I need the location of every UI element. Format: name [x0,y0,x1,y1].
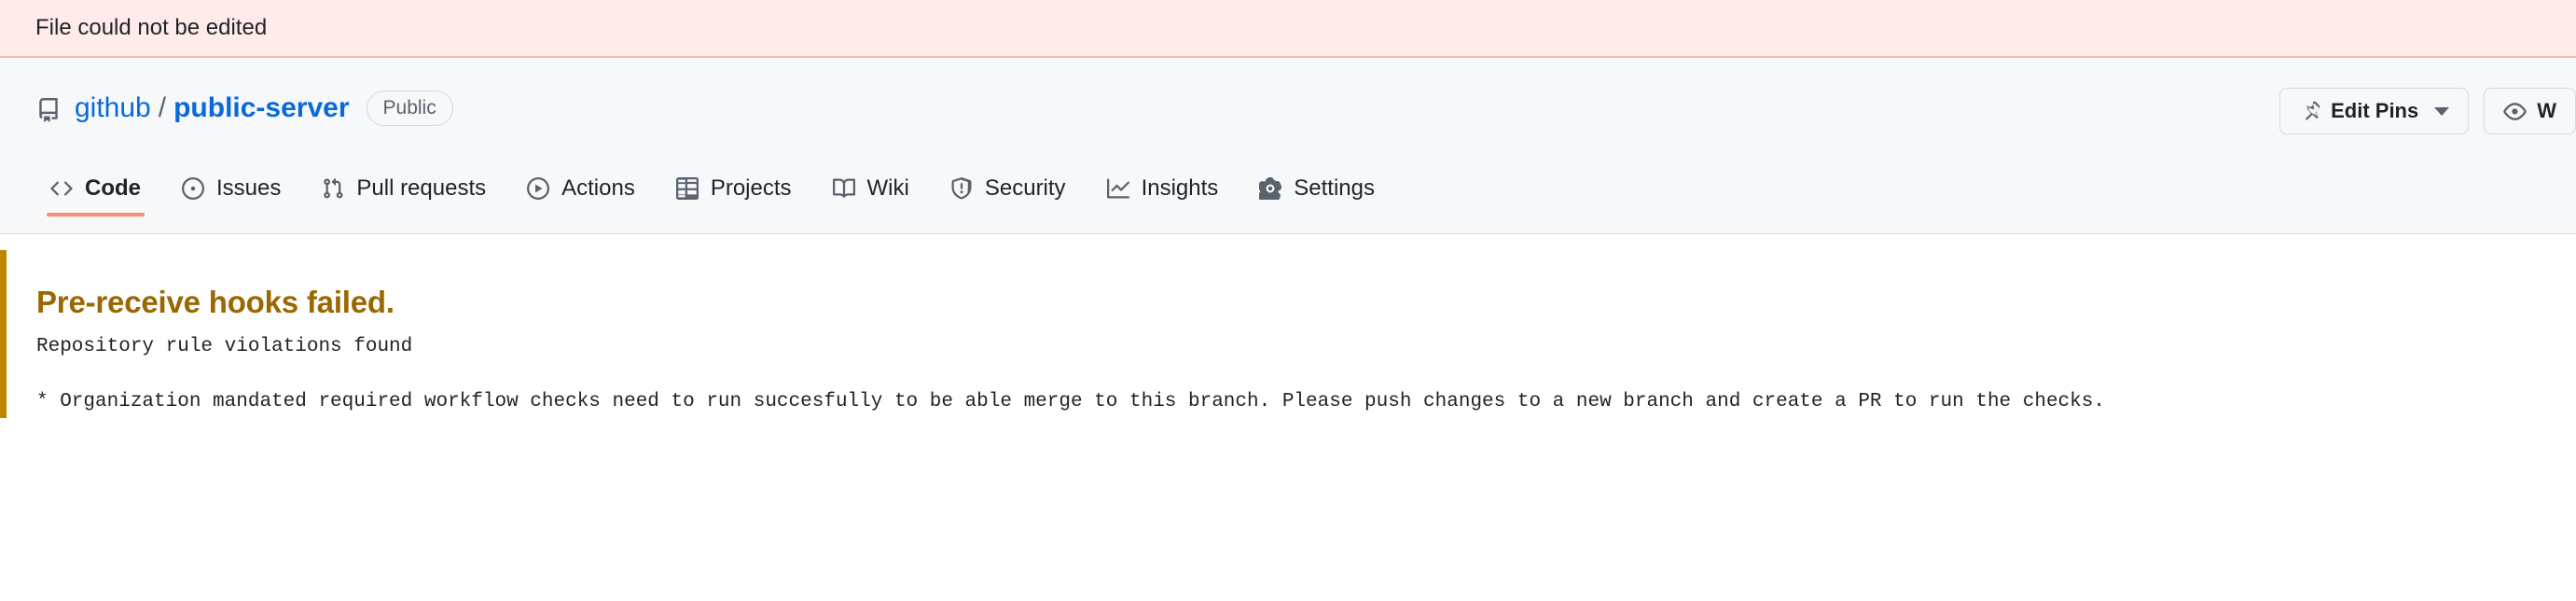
chevron-down-icon [2434,106,2450,116]
watch-button[interactable]: W [2484,88,2576,134]
tab-wiki[interactable]: Wiki [818,177,924,217]
repository-action-buttons: Edit Pins W [2279,88,2576,134]
error-detail-line: * Organization mandated required workflo… [36,391,2105,413]
tab-projects-label: Projects [710,175,792,201]
table-icon [675,177,699,200]
tab-pull-requests-label: Pull requests [356,175,487,201]
tab-settings-label: Settings [1294,175,1375,201]
repo-path-separator: / [158,92,167,123]
git-pull-request-icon [322,177,344,200]
tab-insights[interactable]: Insights [1092,177,1234,217]
pre-receive-hook-error-block: Pre-receive hooks failed. Repository rul… [0,250,2576,418]
pin-icon [2299,101,2320,122]
repo-visibility-badge: Public [366,90,453,127]
repo-owner-link[interactable]: github [75,91,151,125]
tab-security-label: Security [984,175,1066,201]
edit-pins-button[interactable]: Edit Pins [2279,88,2470,134]
repository-title-row: github / public-server Public [0,86,2576,131]
graph-icon [1106,177,1129,200]
repository-header: github / public-server Public Edit Pins … [0,58,2576,234]
tab-pull-requests[interactable]: Pull requests [307,177,501,217]
flash-error-banner: File could not be edited [0,0,2576,58]
tab-security[interactable]: Security [935,177,1081,217]
tab-issues[interactable]: Issues [167,177,296,217]
tab-settings[interactable]: Settings [1244,177,1390,217]
tab-projects[interactable]: Projects [661,177,807,217]
repo-icon [35,97,62,123]
tab-wiki-label: Wiki [866,175,909,201]
tab-actions-label: Actions [561,175,635,201]
flash-error-message: File could not be edited [35,15,268,40]
error-summary-line: Repository rule violations found [36,335,413,357]
code-icon [50,177,73,200]
tab-actions[interactable]: Actions [512,177,650,217]
tab-code-label: Code [85,175,141,201]
repo-name-link[interactable]: public-server [173,91,349,125]
tab-code[interactable]: Code [35,177,156,217]
shield-icon [950,177,973,200]
error-title: Pre-receive hooks failed. [36,285,395,319]
repository-nav-tabs: Code Issues Pull requests Actions Projec… [0,151,2576,217]
eye-icon [2503,100,2527,123]
tab-issues-label: Issues [216,175,282,201]
play-icon [527,177,550,200]
edit-pins-label: Edit Pins [2331,98,2419,122]
gear-icon [1259,177,1282,200]
issue-opened-icon [182,177,204,200]
book-icon [832,177,855,200]
watch-label: W [2537,98,2556,122]
tab-insights-label: Insights [1141,175,1219,201]
